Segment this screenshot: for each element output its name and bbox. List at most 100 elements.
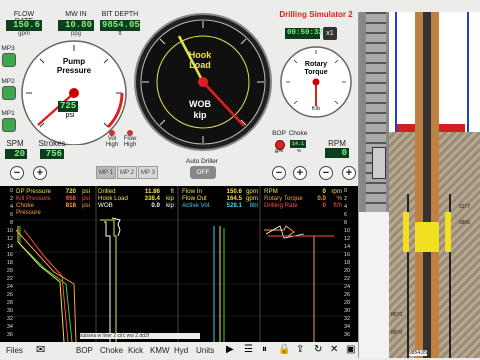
readout-unit: bbl <box>249 202 258 209</box>
time-tick: 20 <box>6 268 13 274</box>
choke-decrease-button[interactable]: − <box>272 166 286 180</box>
readout-name: Choke Pressure <box>16 202 41 216</box>
time-tick: 6 <box>344 212 348 218</box>
readout-row: DP Pressure 720 psi <box>16 188 92 195</box>
mw-in-label: MW IN <box>65 11 87 18</box>
time-tick: 4 <box>344 204 348 210</box>
time-tick: 10 <box>344 228 351 234</box>
hyd-button[interactable]: Hyd <box>174 346 188 355</box>
readout-name: WOB <box>98 202 113 209</box>
readout-value: 11.86 <box>144 188 160 195</box>
readout-value: 818 <box>65 202 76 209</box>
readout-unit: psi <box>82 195 90 202</box>
mp3-button[interactable] <box>2 53 16 67</box>
spm-value: 20 <box>5 149 27 159</box>
tab-mp2[interactable]: MP 2 <box>117 166 137 179</box>
time-tick: 16 <box>6 252 13 258</box>
kick-button[interactable]: Kick <box>128 346 143 355</box>
readout-unit: gpm <box>245 195 258 202</box>
choke-label: Choke <box>288 130 308 137</box>
top-drive-icon <box>372 147 386 179</box>
auto-driller-toggle[interactable]: OFF <box>190 166 216 179</box>
time-tick: 36 <box>344 332 351 338</box>
mp1-label: MP1 <box>1 110 15 117</box>
readout-name: Drilled <box>98 188 116 195</box>
choke-increase-button[interactable]: + <box>293 166 307 180</box>
readout-name: Hook Load <box>98 195 128 202</box>
hook-title-line2: Load <box>189 60 211 70</box>
readout-unit: % <box>336 195 342 202</box>
sliders-icon[interactable]: ☰ <box>244 344 253 355</box>
readout-row: Rotary Torque 0.0% <box>264 195 344 202</box>
choke-value: 14.1 <box>290 140 306 148</box>
close-icon[interactable]: ✕ <box>330 344 338 355</box>
readout-value: 0.0 <box>317 195 326 202</box>
readout-value: 0.0 <box>151 202 160 209</box>
readout-unit: rpm <box>331 188 342 195</box>
spm-increase-button[interactable]: + <box>33 166 47 180</box>
time-tick: 36 <box>6 332 13 338</box>
depth-label: 5377 <box>459 204 471 210</box>
tab-mp1[interactable]: MP 1 <box>96 166 116 179</box>
bha-marker <box>415 222 439 252</box>
files-button[interactable]: Files <box>6 346 23 355</box>
time-tick: 34 <box>6 324 13 330</box>
readout-name: Flow Out <box>182 195 207 202</box>
wob-title-line1: WOB <box>189 99 211 109</box>
choke-button[interactable]: Choke <box>100 346 123 355</box>
readout-unit: psi <box>82 188 90 195</box>
readout-panel-4: RPM 0 rpm Rotary Torque 0.0% Drilling Rate 0… <box>264 188 344 209</box>
time-tick: 32 <box>6 316 13 322</box>
readout-value: 528.1 <box>226 202 242 209</box>
time-tick: 12 <box>344 236 351 242</box>
time-axis-right: 0 2 4 6 8 10 12 14 16 18 20 22 24 26 28 … <box>344 188 356 338</box>
rpm-label: RPM <box>328 139 346 148</box>
hook-title-line1: Hook <box>188 50 212 60</box>
speed-button[interactable]: x1 <box>323 27 337 40</box>
readout-unit: gpm <box>245 188 258 195</box>
time-tick: 22 <box>6 276 13 282</box>
refresh-icon[interactable]: ↻ <box>314 344 322 355</box>
time-tick: 8 <box>344 220 348 226</box>
camera-icon[interactable]: ▣ <box>346 344 355 355</box>
lock-icon[interactable]: 🔒 <box>278 344 290 355</box>
auto-driller-label: Auto Driller <box>185 158 219 165</box>
tab-mp3[interactable]: MP 3 <box>138 166 158 179</box>
time-tick: 8 <box>9 220 13 226</box>
time-tick: 30 <box>344 308 351 314</box>
time-axis: 0 2 4 6 8 10 12 14 16 18 20 22 24 26 28 … <box>1 188 13 338</box>
time-tick: 28 <box>344 300 351 306</box>
wob-title-line2: kip <box>193 110 207 120</box>
time-tick: 10 <box>6 228 13 234</box>
time-tick: 16 <box>344 252 351 258</box>
pause-icon[interactable]: ⏸ <box>262 344 267 355</box>
packer-left <box>403 212 409 252</box>
spm-label: SPM <box>6 139 24 148</box>
mp1-button[interactable] <box>2 118 16 132</box>
time-tick: 18 <box>344 260 351 266</box>
rotary-title-line2: Torque <box>304 69 328 76</box>
choke-sub: % <box>296 148 301 153</box>
readout-value: 0 <box>322 202 326 209</box>
readout-unit: kip <box>166 202 174 209</box>
inbox-icon[interactable]: ✉ <box>36 344 50 356</box>
time-tick: 2 <box>344 196 348 202</box>
rpm-decrease-button[interactable]: − <box>319 166 333 180</box>
spm-decrease-button[interactable]: − <box>10 166 24 180</box>
kmw-button[interactable]: KMW <box>150 346 170 355</box>
export-icon[interactable]: ⇪ <box>296 344 304 355</box>
bop-button[interactable]: BOP <box>76 346 93 355</box>
derrick-lattice <box>366 12 386 212</box>
mp2-button[interactable] <box>2 86 16 100</box>
readout-row: Hook Load 338.4 kip <box>98 195 176 202</box>
depth-label: 5806 <box>459 220 471 226</box>
time-tick: 22 <box>344 276 351 282</box>
units-button[interactable]: Units <box>196 346 214 355</box>
rpm-increase-button[interactable]: + <box>342 166 356 180</box>
pump-title-line2: Pressure <box>56 66 92 75</box>
time-tick: 2 <box>9 196 13 202</box>
time-tick: 0 <box>9 188 13 194</box>
play-icon[interactable]: ▶ <box>226 344 234 355</box>
time-tick: 18 <box>6 260 13 266</box>
readout-value: 150.6 <box>226 188 242 195</box>
